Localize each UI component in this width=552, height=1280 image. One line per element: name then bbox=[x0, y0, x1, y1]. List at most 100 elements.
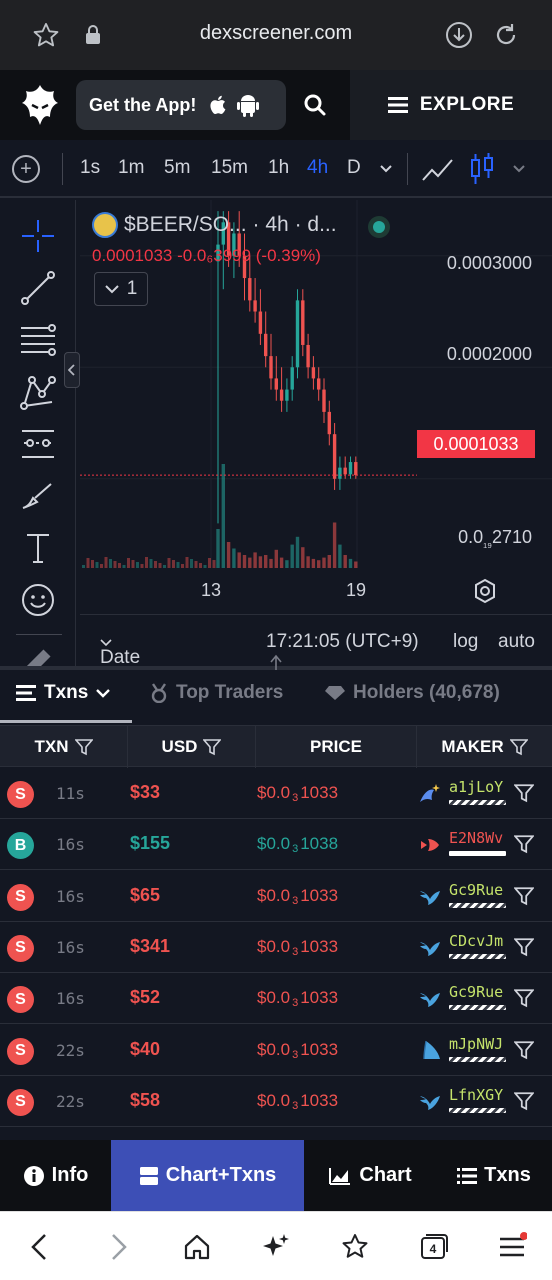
maker-address[interactable]: mJpNWJ bbox=[449, 1035, 503, 1053]
filter-icon[interactable] bbox=[513, 886, 535, 906]
volume-bar bbox=[149, 559, 153, 568]
download-icon[interactable] bbox=[442, 18, 476, 52]
crosshair-icon[interactable] bbox=[18, 216, 58, 256]
maker-address[interactable]: Gc9Rue bbox=[449, 983, 503, 1001]
chevron-down-icon[interactable] bbox=[379, 162, 393, 176]
site-header: Get the App! EXPLORE bbox=[0, 70, 552, 140]
volume-bar bbox=[127, 558, 130, 568]
column-header-txn[interactable]: TXN bbox=[0, 726, 128, 768]
table-row[interactable]: S 11s $33 $0.0 3 1033 a1jLoY bbox=[0, 768, 552, 819]
auto-scale-toggle[interactable]: auto bbox=[498, 631, 535, 653]
candle-body bbox=[285, 389, 289, 401]
maker-address[interactable]: LfnXGY bbox=[449, 1086, 503, 1104]
volume-bar bbox=[338, 544, 342, 568]
tab-txns[interactable]: Txns bbox=[16, 682, 111, 704]
tabs-icon[interactable]: 4 bbox=[416, 1230, 450, 1264]
timeframe-1s[interactable]: 1s bbox=[80, 157, 100, 179]
volume-bar bbox=[163, 565, 166, 568]
dexscreener-logo-icon[interactable] bbox=[20, 83, 60, 127]
tab-holders[interactable]: Holders (40,678) bbox=[325, 682, 500, 704]
table-row[interactable]: S 22s $58 $0.0 3 1033 LfnXGY bbox=[0, 1075, 552, 1127]
filter-icon[interactable] bbox=[513, 1040, 535, 1060]
column-header-price[interactable]: PRICE bbox=[256, 726, 417, 768]
line-chart-icon[interactable] bbox=[421, 154, 455, 184]
add-indicator-icon[interactable]: + bbox=[12, 155, 40, 183]
table-row[interactable]: S 16s $65 $0.0 3 1033 Gc9Rue bbox=[0, 870, 552, 922]
table-row[interactable]: S 16s $341 $0.0 3 1033 CDcvJm bbox=[0, 921, 552, 973]
text-tool-icon[interactable] bbox=[18, 528, 58, 568]
table-row[interactable]: B 16s $155 $0.0 3 1038 E2N8Wv bbox=[0, 819, 552, 871]
log-scale-toggle[interactable]: log bbox=[453, 631, 478, 653]
filter-icon[interactable] bbox=[74, 738, 93, 756]
bottom-tab-chart-txns[interactable]: Chart+Txns bbox=[111, 1140, 304, 1211]
column-header-maker[interactable]: MAKER bbox=[417, 726, 552, 768]
legend-toggle-button[interactable]: 1 bbox=[94, 272, 148, 306]
maker-address[interactable]: CDcvJm bbox=[449, 932, 503, 950]
bookmark-star-icon[interactable] bbox=[29, 18, 63, 52]
table-row[interactable]: S 22s $40 $0.0 3 1033 mJpNWJ bbox=[0, 1024, 552, 1076]
chart-settings-icon[interactable] bbox=[472, 578, 498, 604]
timeframe-4h[interactable]: 4h bbox=[307, 157, 328, 179]
volume-bar bbox=[290, 544, 294, 568]
search-icon[interactable] bbox=[300, 88, 330, 122]
pattern-icon[interactable] bbox=[18, 372, 58, 412]
timeframe-1h[interactable]: 1h bbox=[268, 157, 289, 179]
timeframe-1m[interactable]: 1m bbox=[118, 157, 144, 179]
timeframe-5m[interactable]: 5m bbox=[164, 157, 190, 179]
filter-icon[interactable] bbox=[513, 1091, 535, 1111]
back-icon[interactable] bbox=[22, 1230, 56, 1264]
ruler-icon[interactable] bbox=[18, 642, 58, 666]
price-chart[interactable]: $BEER/SO... · 4h · d... 0.0001033 -0.0₆3… bbox=[80, 200, 552, 612]
column-header-usd[interactable]: USD bbox=[128, 726, 256, 768]
browser-address-bar: dexscreener.com bbox=[0, 0, 552, 70]
txn-age: 16s bbox=[56, 886, 85, 906]
collapse-toolbar-button[interactable] bbox=[64, 352, 80, 388]
bird-icon bbox=[418, 885, 442, 909]
symbol-legend[interactable]: $BEER/SO... · 4h · d... bbox=[92, 212, 337, 238]
table-row[interactable]: S 16s $52 $0.0 3 1033 Gc9Rue bbox=[0, 973, 552, 1025]
txn-usd: $52 bbox=[130, 987, 161, 1008]
filter-icon[interactable] bbox=[509, 738, 528, 756]
volume-bar bbox=[237, 552, 241, 568]
prediction-icon[interactable] bbox=[18, 424, 58, 464]
volume-bar bbox=[295, 536, 300, 568]
get-app-button[interactable]: Get the App! bbox=[76, 80, 286, 130]
candle-body bbox=[264, 333, 268, 357]
date-range-button[interactable]: Date Range bbox=[100, 631, 156, 690]
browser-nav-bar: 4 bbox=[0, 1211, 552, 1280]
timeframe-d[interactable]: D bbox=[347, 157, 361, 179]
explore-button[interactable]: EXPLORE bbox=[350, 70, 552, 140]
volume-bar bbox=[258, 556, 263, 568]
volume-bar bbox=[253, 552, 257, 568]
trend-line-icon[interactable] bbox=[18, 268, 58, 308]
filter-icon[interactable] bbox=[513, 834, 535, 854]
home-icon[interactable] bbox=[180, 1230, 214, 1264]
volume-bar bbox=[348, 558, 353, 568]
menu-icon[interactable] bbox=[495, 1230, 529, 1264]
forward-icon[interactable] bbox=[102, 1230, 136, 1264]
bookmarks-star-icon[interactable] bbox=[338, 1230, 372, 1264]
volume-bar bbox=[322, 557, 326, 568]
maker-address[interactable]: a1jLoY bbox=[449, 778, 503, 796]
split-view-icon bbox=[139, 1166, 158, 1185]
candle-body bbox=[279, 389, 284, 401]
sparkle-icon[interactable] bbox=[259, 1230, 293, 1264]
filter-icon[interactable] bbox=[513, 988, 535, 1008]
fib-lines-icon[interactable] bbox=[18, 320, 58, 360]
filter-icon[interactable] bbox=[513, 937, 535, 957]
filter-icon[interactable] bbox=[203, 738, 222, 756]
reload-icon[interactable] bbox=[489, 18, 523, 52]
maker-address[interactable]: Gc9Rue bbox=[449, 881, 503, 899]
candles-icon[interactable] bbox=[469, 152, 495, 186]
chevron-down-icon[interactable] bbox=[512, 162, 526, 176]
maker-activity-bar bbox=[449, 851, 506, 857]
bottom-tab-txns[interactable]: Txns bbox=[436, 1140, 552, 1211]
emoji-icon[interactable] bbox=[18, 580, 58, 620]
timeframe-15m[interactable]: 15m bbox=[211, 157, 248, 179]
filter-icon[interactable] bbox=[513, 783, 535, 803]
tab-top-traders[interactable]: Top Traders bbox=[150, 682, 283, 704]
brush-icon[interactable] bbox=[18, 476, 58, 516]
bottom-tab-info[interactable]: Info bbox=[0, 1140, 111, 1211]
bottom-tab-chart[interactable]: Chart bbox=[304, 1140, 436, 1211]
maker-address[interactable]: E2N8Wv bbox=[449, 829, 503, 847]
